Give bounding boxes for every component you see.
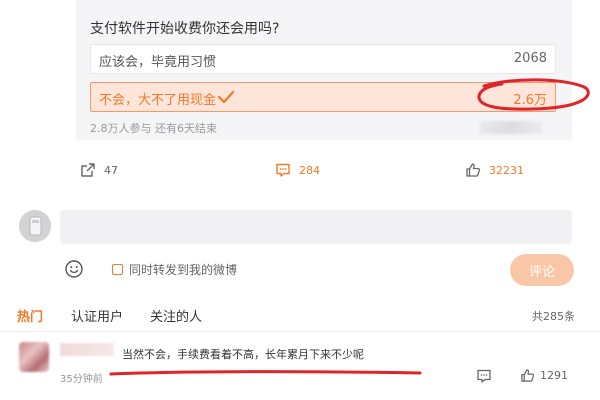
- reply-button[interactable]: [476, 368, 492, 388]
- check-icon: [217, 89, 235, 109]
- submit-comment-button[interactable]: 评论: [510, 254, 574, 286]
- comment-like-count: 1291: [540, 369, 568, 382]
- share-icon: [81, 163, 95, 177]
- share-count: 47: [104, 163, 118, 177]
- poll-question: 支付软件开始收费你还会用吗?: [90, 21, 280, 37]
- avatar-image: [19, 210, 51, 242]
- comment-button[interactable]: 284: [275, 162, 320, 178]
- tab-verified-users[interactable]: 认证用户: [71, 306, 123, 325]
- red-underline-annotation: [109, 370, 422, 376]
- tab-hot[interactable]: 热门: [17, 306, 43, 325]
- commenter-name-blurred[interactable]: [60, 343, 114, 356]
- like-button[interactable]: 32231: [465, 162, 524, 178]
- poll-meta: 2.8万人参与 还有6天结束: [90, 122, 217, 135]
- poll-option-label: 应该会，毕竟用习惯: [99, 55, 217, 70]
- poll-option-1[interactable]: 应该会，毕竟用习惯 2068: [90, 44, 556, 74]
- total-comments: 共285条: [532, 310, 575, 323]
- avatar[interactable]: [19, 210, 51, 242]
- red-circle-annotation: [477, 78, 590, 111]
- thumbs-up-icon: [521, 369, 535, 382]
- poll-option-label: 不会，大不了用现金: [99, 93, 217, 108]
- tab-following[interactable]: 关注的人: [150, 306, 202, 325]
- thumbs-up-icon: [466, 163, 481, 177]
- share-button[interactable]: 47: [80, 162, 118, 178]
- checkbox[interactable]: [112, 264, 123, 275]
- comment-like-button[interactable]: 1291: [520, 368, 568, 383]
- comment-count: 284: [299, 163, 320, 177]
- repost-checkbox[interactable]: 同时转发到我的微博: [112, 261, 237, 278]
- commenter-avatar[interactable]: [19, 342, 49, 372]
- like-count: 32231: [489, 163, 524, 177]
- repost-label: 同时转发到我的微博: [129, 263, 238, 277]
- divider: [0, 331, 600, 332]
- comment-time: 35分钟前: [60, 374, 103, 385]
- smiley-icon: [65, 260, 83, 278]
- poll-option-count: 2068: [513, 51, 547, 66]
- emoji-button[interactable]: [64, 259, 84, 283]
- comment-icon: [276, 163, 290, 177]
- comment-icon: [477, 369, 491, 383]
- blurred-text: [480, 121, 542, 134]
- comment-input[interactable]: [60, 210, 572, 244]
- comment-text: 当然不会，手续费看着不高，长年累月下来不少呢: [122, 348, 364, 361]
